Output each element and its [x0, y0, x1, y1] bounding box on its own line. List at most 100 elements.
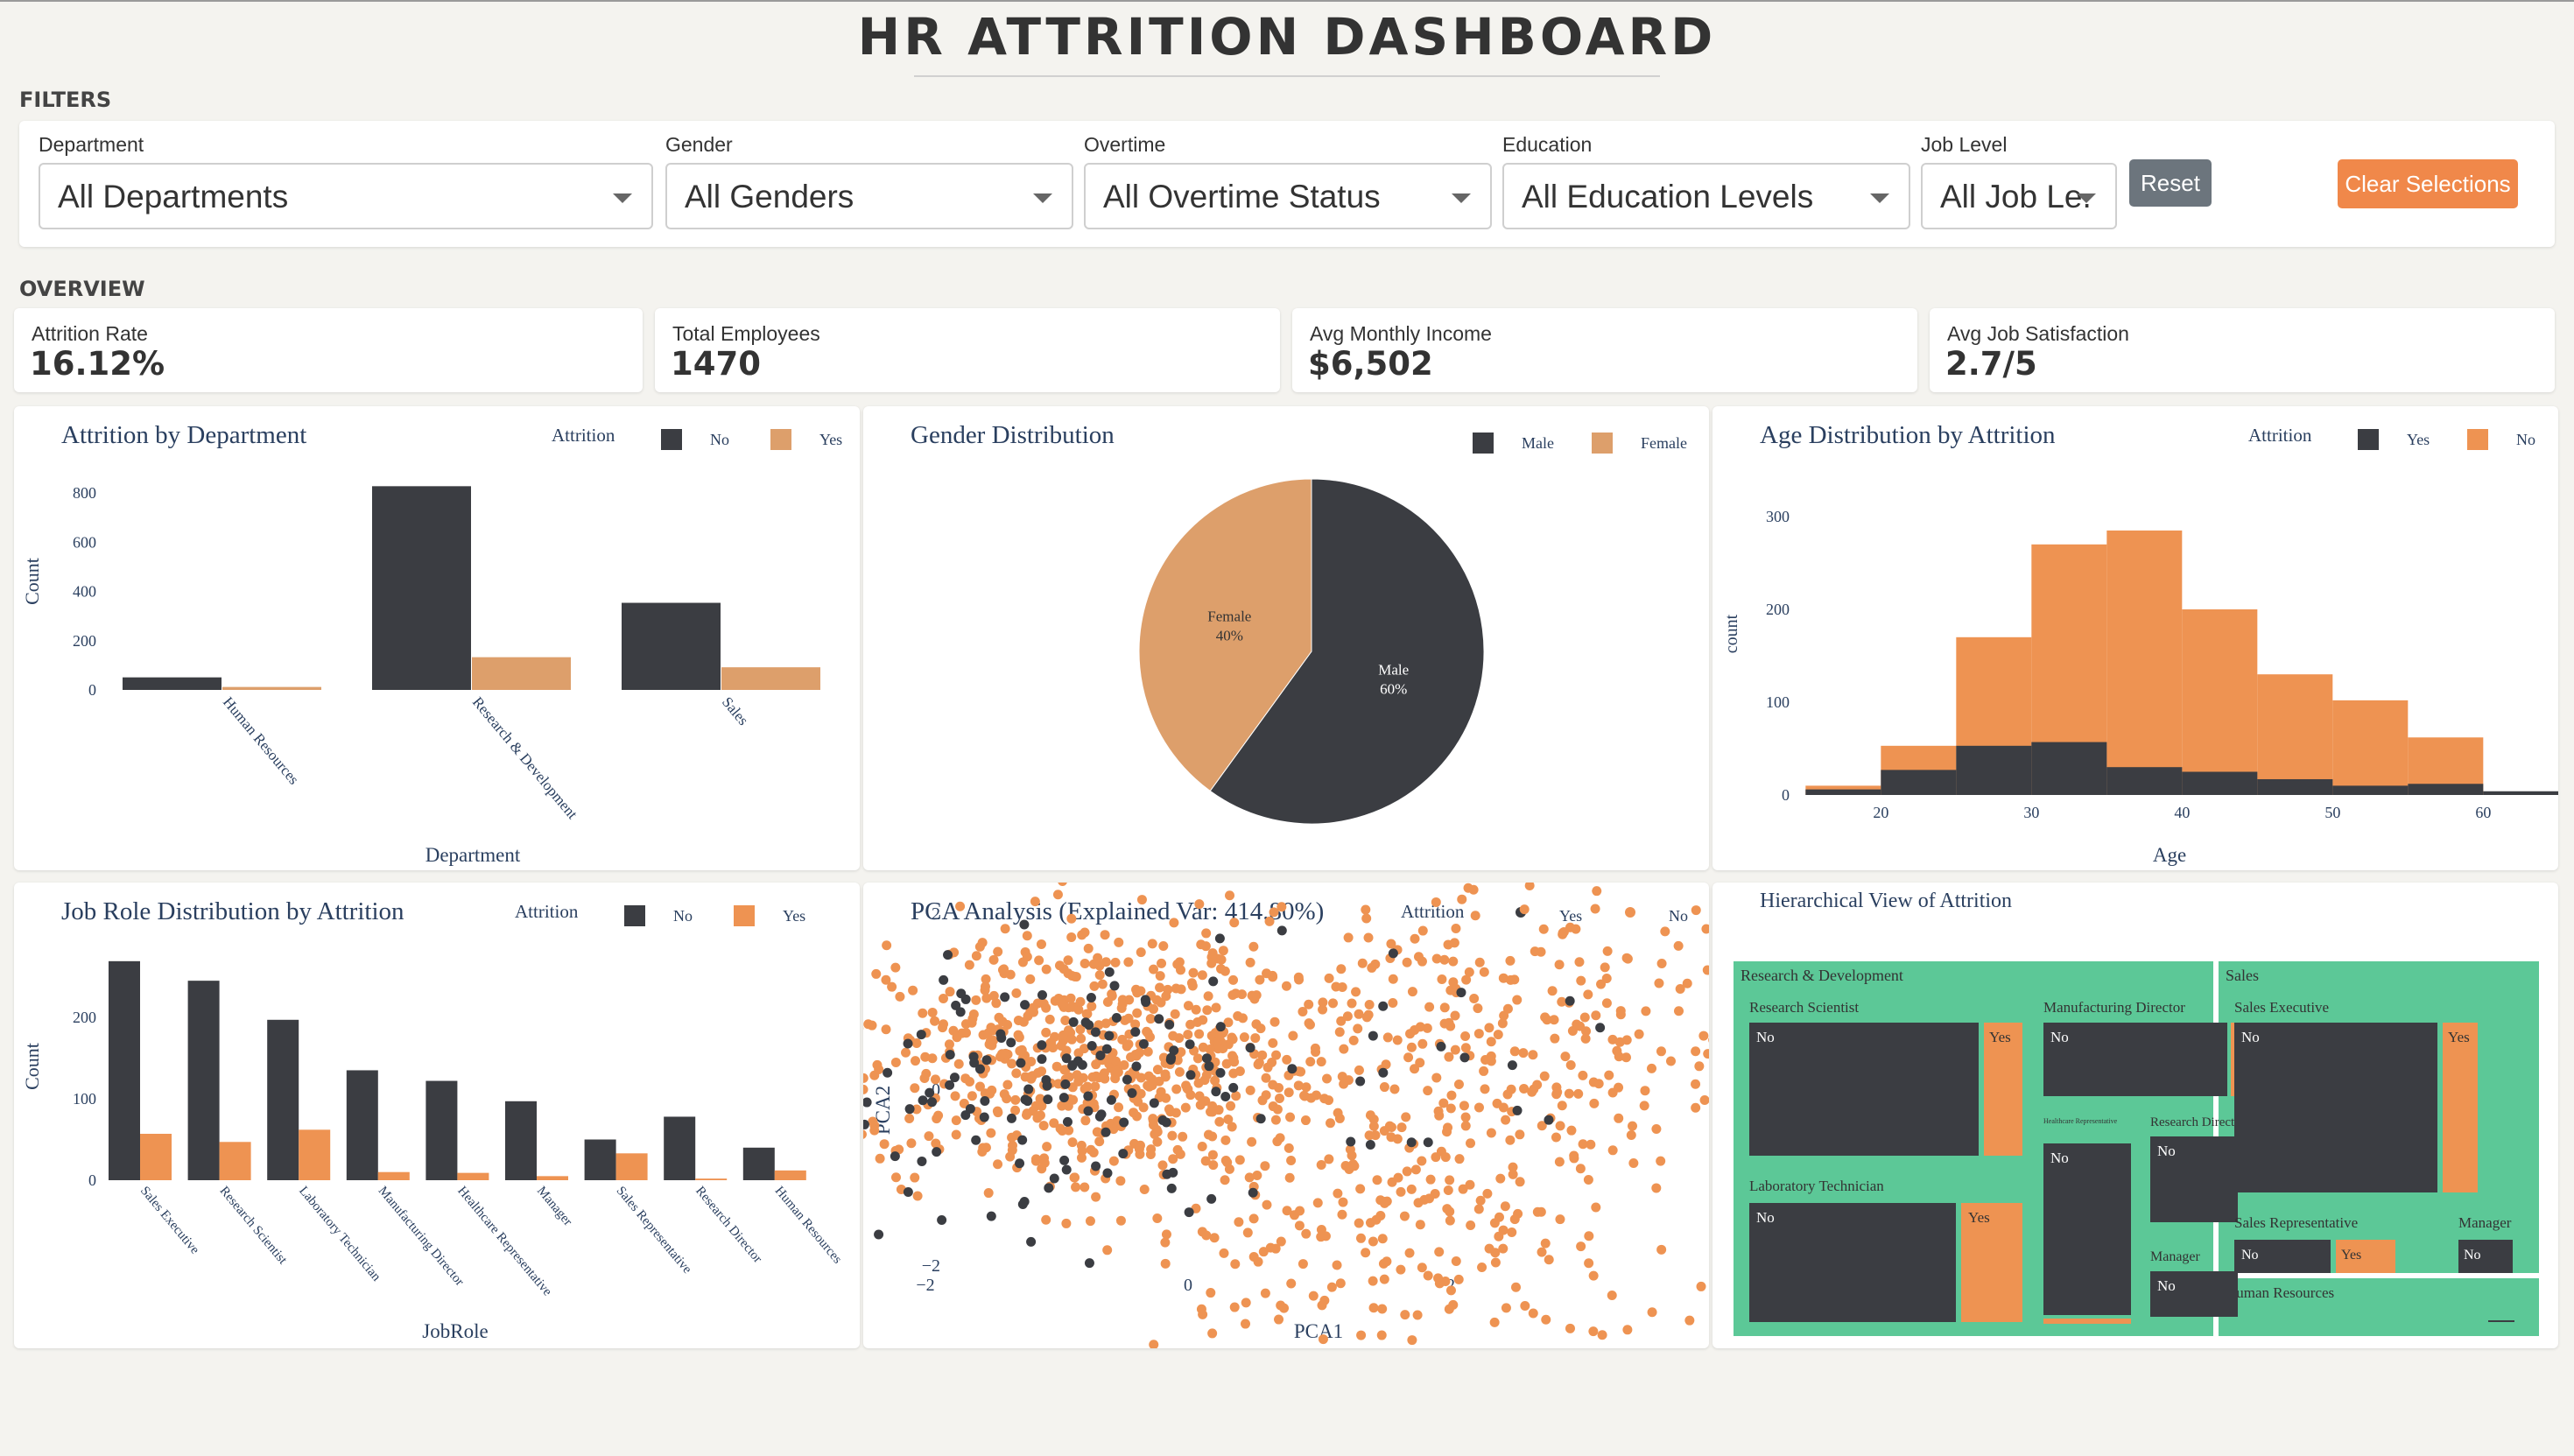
- scatter-point-no: [1194, 1029, 1205, 1039]
- scatter-point-yes: [1595, 1023, 1606, 1033]
- scatter-point-no: [1634, 1029, 1644, 1039]
- chart-svg: Gender Distribution Male Female Male 60% Fema…: [911, 421, 1687, 825]
- scatter-point-yes: [995, 1029, 1006, 1039]
- scatter-point-yes: [1220, 1091, 1231, 1101]
- scatter-point-no: [996, 1049, 1007, 1059]
- scatter-point-no: [1431, 953, 1442, 964]
- scatter-point-no: [932, 1114, 942, 1124]
- scatter-point-no: [1675, 984, 1685, 995]
- scatter-point-no: [1222, 1157, 1233, 1168]
- scatter-point-no: [1013, 1030, 1023, 1040]
- scatter-point-yes: [980, 1095, 990, 1106]
- scatter-point-no: [1393, 1172, 1403, 1183]
- scatter-point-no: [1578, 1139, 1588, 1150]
- department-dropdown[interactable]: All Departments: [39, 163, 653, 229]
- scatter-point-no: [1699, 1095, 1709, 1106]
- scatter-point-no: [1604, 1070, 1614, 1080]
- scatter-point-no: [1148, 1115, 1158, 1126]
- job-level-dropdown[interactable]: All Job Le...: [1921, 163, 2117, 229]
- overview-heading: OVERVIEW: [19, 277, 145, 301]
- scatter-point-no: [1131, 984, 1142, 995]
- scatter-point-no: [1639, 1101, 1649, 1111]
- scatter-point-no: [1607, 1145, 1618, 1156]
- filters-heading: FILTERS: [19, 88, 112, 112]
- scatter-point-no: [1607, 1087, 1618, 1098]
- treemap-leaf-label: No: [2157, 1143, 2176, 1159]
- overtime-dropdown[interactable]: All Overtime Status: [1084, 163, 1492, 229]
- scatter-point-no: [1229, 1057, 1240, 1067]
- scatter-point-no: [1656, 958, 1667, 968]
- scatter-point-no: [1034, 955, 1044, 966]
- histogram-bar-no: [2106, 530, 2183, 795]
- scatter-point-no: [1372, 1175, 1382, 1185]
- scatter-point-yes: [1037, 1054, 1047, 1065]
- clear-selections-button[interactable]: Clear Selections: [2338, 159, 2518, 208]
- legend-swatch: [770, 429, 791, 450]
- scatter-point-no: [1354, 1009, 1364, 1019]
- chevron-down-icon: [2077, 193, 2096, 203]
- scatter-point-no: [1443, 1122, 1453, 1133]
- scatter-point-no: [869, 1125, 880, 1136]
- scatter-point-no: [1214, 1030, 1225, 1041]
- scatter-point-no: [879, 1139, 890, 1150]
- scatter-point-yes: [1019, 919, 1030, 930]
- scatter-point-no: [1174, 957, 1185, 967]
- scatter-point-no: [1701, 924, 1709, 934]
- scatter-point-no: [1032, 1113, 1043, 1123]
- scatter-point-no: [1573, 1088, 1584, 1099]
- scatter-point-yes: [1020, 1000, 1030, 1010]
- scatter-point-no: [938, 993, 948, 1003]
- treemap-leaf-no: [1749, 1023, 1979, 1156]
- education-dropdown[interactable]: All Education Levels: [1502, 163, 1910, 229]
- scatter-point-no: [930, 1074, 940, 1085]
- scatter-point-no: [1089, 981, 1100, 991]
- gender-dropdown[interactable]: All Genders: [665, 163, 1073, 229]
- attrition-by-department-chart: Attrition by Department Attrition No Yes 0 20…: [14, 406, 860, 870]
- scatter-point-yes: [1104, 1030, 1115, 1041]
- scatter-point-no: [1380, 1196, 1390, 1206]
- scatter-point-yes: [1019, 1197, 1030, 1207]
- scatter-point-no: [904, 1114, 915, 1124]
- scatter-point-no: [881, 974, 891, 985]
- scatter-point-yes: [979, 1112, 989, 1122]
- scatter-point-no: [994, 1012, 1004, 1023]
- scatter-point-yes: [1184, 1207, 1194, 1218]
- scatter-point-no: [1226, 1101, 1236, 1111]
- scatter-point-no: [910, 1083, 920, 1094]
- histogram-bar-yes: [2182, 771, 2258, 795]
- histogram-bar-yes: [2257, 778, 2333, 795]
- scatter-point-no: [1250, 1033, 1261, 1044]
- scatter-point-no: [1335, 1278, 1346, 1289]
- scatter-point-yes: [1016, 1058, 1026, 1068]
- scatter-point-no: [1185, 1090, 1196, 1101]
- scatter-point-yes: [925, 1087, 935, 1098]
- kpi-value: 16.12%: [30, 345, 165, 383]
- title-underline: [914, 75, 1660, 77]
- scatter-point-no: [1305, 1057, 1316, 1067]
- scatter-point-no: [1564, 1088, 1574, 1099]
- scatter-point-no: [1060, 1016, 1071, 1026]
- scatter-point-no: [1396, 1122, 1407, 1133]
- scatter-point-no: [1453, 1274, 1464, 1284]
- scatter-point-no: [1446, 1090, 1457, 1101]
- scatter-point-no: [1554, 1157, 1565, 1167]
- scatter-point-no: [1268, 1080, 1278, 1090]
- scatter-point-yes: [1214, 933, 1225, 944]
- scatter-point-no: [1108, 1156, 1119, 1166]
- reset-button[interactable]: Reset: [2129, 159, 2212, 207]
- x-tick-label: Human Resources: [220, 693, 302, 787]
- scatter-point-no: [1698, 1030, 1709, 1041]
- scatter-point-yes: [1149, 1098, 1159, 1108]
- scatter-point-yes: [903, 1038, 913, 1049]
- scatter-point-no: [1439, 1018, 1450, 1029]
- scatter-point-yes: [1104, 967, 1115, 977]
- scatter-point-yes: [863, 1097, 872, 1108]
- scatter-point-no: [1495, 1173, 1506, 1184]
- scatter-point-no: [1444, 1052, 1454, 1062]
- scatter-point-no: [1424, 1193, 1434, 1204]
- scatter-point-no: [1621, 1035, 1632, 1045]
- histogram-bar-no: [2257, 674, 2333, 795]
- scatter-point-no: [1322, 1073, 1333, 1084]
- scatter-point-no: [987, 1040, 997, 1051]
- x-tick-label: Sales Executive: [137, 1184, 202, 1257]
